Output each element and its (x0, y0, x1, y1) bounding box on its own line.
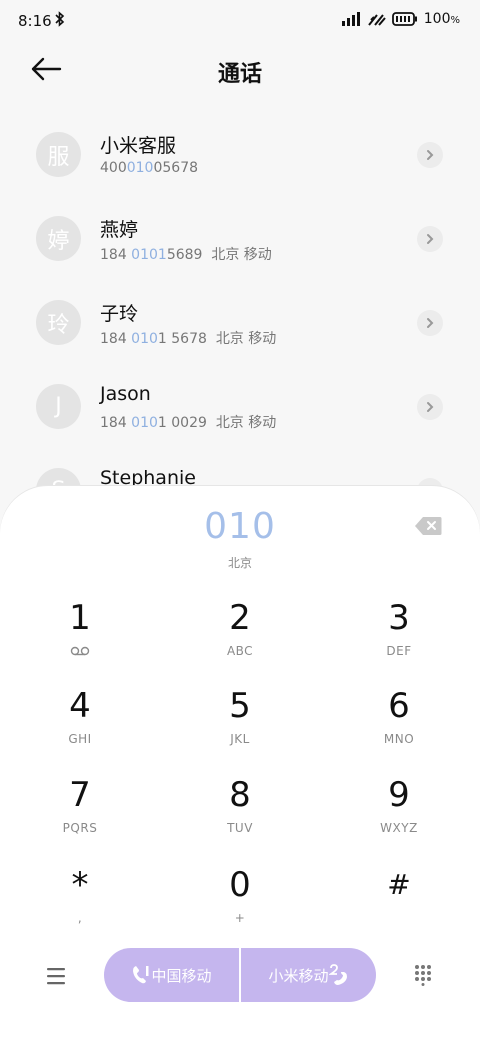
key-digit: 8 (229, 775, 251, 815)
contact-detail-button[interactable] (417, 394, 443, 420)
key-1[interactable]: 1 (20, 598, 140, 678)
network-icon (367, 14, 386, 26)
contact-detail-button[interactable] (417, 142, 443, 168)
contact-number: 184 0101 0029 北京 移动 (100, 415, 277, 431)
key-digit: 6 (388, 686, 410, 726)
contact-detail-button[interactable] (417, 226, 443, 252)
contact-name: 燕婷 (100, 219, 139, 241)
dialpad-icon[interactable] (413, 964, 433, 986)
key-letters: PQRS (62, 821, 98, 835)
key-letters: , (77, 911, 83, 925)
key-0[interactable]: 0 + (180, 865, 300, 945)
contact-name: Jason (100, 383, 151, 405)
contact-row[interactable]: J Jason 184 0101 0029 北京 移动 (0, 364, 480, 448)
key-star[interactable]: * , (20, 865, 140, 945)
key-digit: 3 (388, 598, 410, 638)
key-digit: 7 (69, 775, 91, 815)
chevron-right-icon (427, 234, 434, 244)
key-digit: 5 (229, 686, 251, 726)
contact-detail-button[interactable] (417, 310, 443, 336)
call-bar: 中国移动 小米移动 (0, 948, 480, 1004)
contact-row[interactable]: 玲 子玲 184 0101 5678 北京 移动 (0, 280, 480, 364)
key-digit: 4 (69, 686, 91, 726)
key-digit: * (71, 865, 89, 905)
key-letters: MNO (383, 732, 415, 746)
phone-sim2-icon (328, 964, 347, 985)
avatar: J (36, 384, 81, 429)
key-letters: WXYZ (380, 821, 418, 835)
contact-number: 184 0101 5678 北京 移动 (100, 331, 277, 347)
key-letters: JKL (230, 732, 250, 746)
call-sim2-button[interactable]: 小米移动 (241, 948, 376, 1002)
number-location: 北京 (227, 556, 252, 570)
chevron-right-icon (427, 402, 434, 412)
signal-icon (341, 12, 360, 26)
menu-icon[interactable] (45, 966, 69, 986)
key-5[interactable]: 5 JKL (180, 686, 300, 766)
page-title: 通话 (217, 62, 262, 87)
battery-level: 100% (423, 11, 460, 27)
key-letters: DEF (386, 644, 412, 658)
contact-name: 小米客服 (100, 135, 177, 157)
key-letters: GHI (68, 732, 92, 746)
key-7[interactable]: 7 PQRS (20, 775, 140, 855)
status-time: 8:16 (18, 12, 52, 30)
contact-row[interactable]: 服 小米客服 40001005678 (0, 112, 480, 196)
contact-name: 子玲 (100, 303, 139, 325)
contact-number: 184 01015689 北京 移动 (100, 247, 272, 263)
call-sim1-button[interactable]: 中国移动 (104, 948, 239, 1002)
dialed-number[interactable]: 010 (0, 506, 480, 547)
backspace-icon[interactable] (414, 516, 442, 536)
key-digit: 1 (69, 598, 91, 638)
key-8[interactable]: 8 TUV (180, 775, 300, 855)
key-digit: 9 (388, 775, 410, 815)
contact-number: 40001005678 (100, 160, 199, 176)
key-6[interactable]: 6 MNO (339, 686, 459, 766)
key-letters: TUV (227, 821, 253, 835)
phone-sim1-icon (133, 966, 149, 984)
key-digit: # (387, 868, 411, 901)
key-letters: + (234, 911, 246, 925)
key-9[interactable]: 9 WXYZ (339, 775, 459, 855)
key-2[interactable]: 2 ABC (180, 598, 300, 678)
key-digit: 0 (229, 865, 251, 905)
contact-suggestion-list: 服 小米客服 40001005678 婷 燕婷 184 01015689 北京 … (0, 112, 480, 532)
avatar: 服 (36, 132, 81, 177)
bluetooth-icon (55, 11, 65, 27)
sim1-label: 中国移动 (151, 966, 212, 985)
chevron-right-icon (427, 318, 434, 328)
sim2-label: 小米移动 (268, 966, 329, 985)
dual-sim-call-button: 中国移动 小米移动 (104, 948, 376, 1002)
key-digit: 2 (229, 598, 251, 638)
avatar: 玲 (36, 300, 81, 345)
contact-row[interactable]: 婷 燕婷 184 01015689 北京 移动 (0, 196, 480, 280)
voicemail-icon (70, 646, 90, 656)
key-4[interactable]: 4 GHI (20, 686, 140, 766)
app-header: 通话 (0, 50, 480, 90)
avatar: 婷 (36, 216, 81, 261)
status-bar: 8:16 100% (0, 0, 480, 42)
key-3[interactable]: 3 DEF (339, 598, 459, 678)
key-hash[interactable]: # (339, 865, 459, 945)
status-icons: 100% (341, 11, 460, 27)
key-letters: ABC (226, 644, 254, 658)
chevron-right-icon (427, 150, 434, 160)
battery-icon (391, 12, 417, 26)
